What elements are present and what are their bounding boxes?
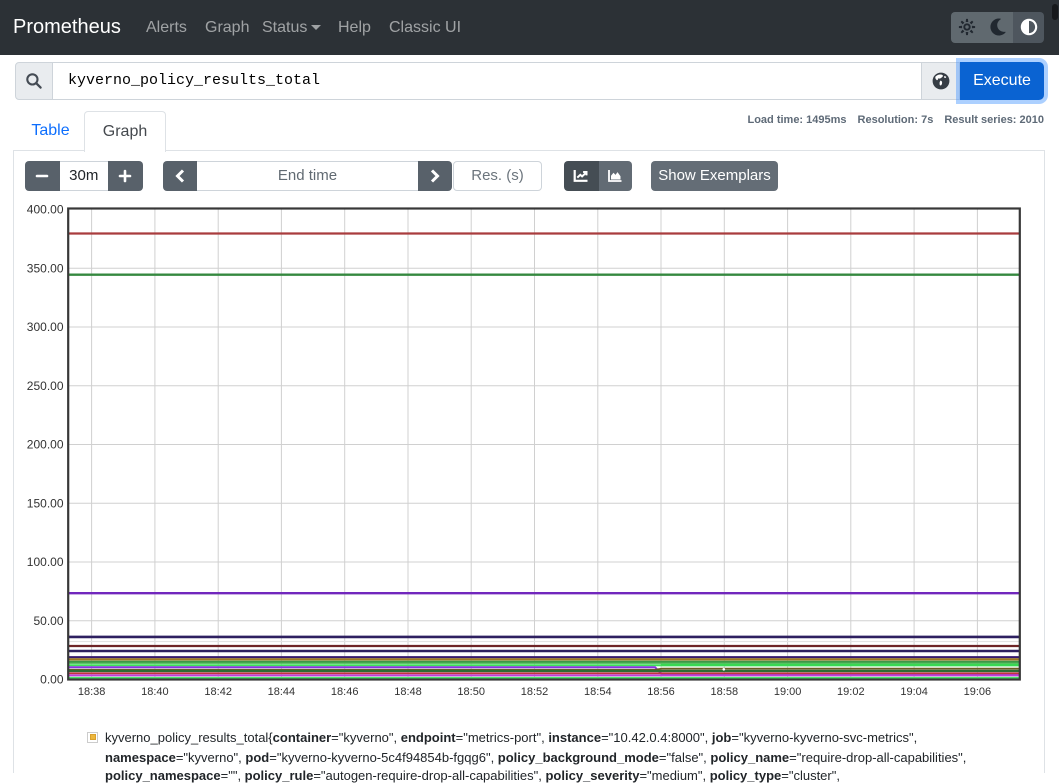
svg-text:18:58: 18:58 (711, 686, 739, 698)
svg-text:100.00: 100.00 (27, 555, 64, 569)
svg-text:200.00: 200.00 (27, 438, 64, 452)
svg-text:19:00: 19:00 (774, 686, 802, 698)
svg-text:18:40: 18:40 (141, 686, 169, 698)
svg-text:50.00: 50.00 (33, 614, 63, 628)
svg-text:18:48: 18:48 (394, 686, 422, 698)
svg-text:400.00: 400.00 (27, 203, 64, 217)
svg-text:150.00: 150.00 (27, 496, 64, 510)
svg-text:19:06: 19:06 (964, 686, 992, 698)
svg-text:18:52: 18:52 (521, 686, 549, 698)
svg-text:19:02: 19:02 (837, 686, 865, 698)
svg-text:19:04: 19:04 (900, 686, 928, 698)
svg-text:300.00: 300.00 (27, 320, 64, 334)
svg-text:18:46: 18:46 (331, 686, 359, 698)
svg-text:18:56: 18:56 (647, 686, 675, 698)
svg-text:350.00: 350.00 (27, 261, 64, 275)
svg-text:18:44: 18:44 (268, 686, 296, 698)
svg-text:250.00: 250.00 (27, 379, 64, 393)
svg-text:18:38: 18:38 (78, 686, 106, 698)
svg-text:0.00: 0.00 (40, 673, 64, 687)
svg-text:18:50: 18:50 (457, 686, 485, 698)
svg-text:18:42: 18:42 (204, 686, 232, 698)
svg-text:18:54: 18:54 (584, 686, 612, 698)
